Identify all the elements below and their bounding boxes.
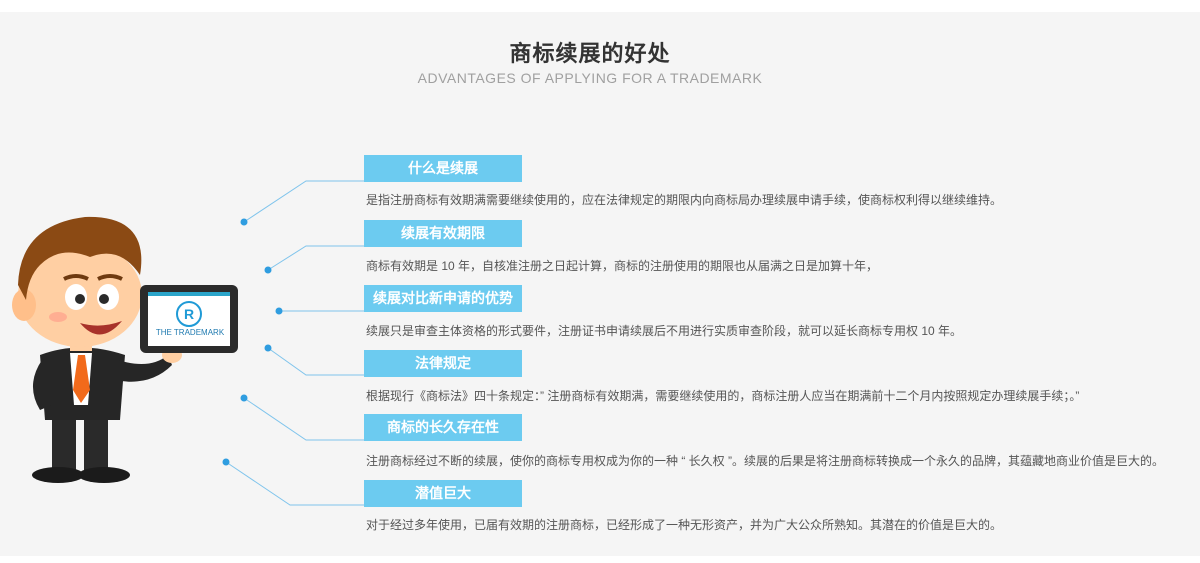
connector-dot-4 [264, 344, 272, 352]
tag-what-is-renewal: 什么是续展 [364, 155, 522, 182]
desc-validity-period: 商标有效期是 10 年，自核准注册之日起计算，商标的注册使用的期限也从届满之日是… [366, 259, 879, 273]
registered-mark-icon: R [176, 301, 202, 327]
tag-renewal-advantage: 续展对比新申请的优势 [364, 285, 522, 312]
desc-what-is-renewal: 是指注册商标有效期满需要继续使用的，应在法律规定的期限内向商标局办理续展申请手续… [366, 193, 1003, 207]
desc-potential-value: 对于经过多年使用，已届有效期的注册商标，已经形成了一种无形资产，并为广大公众所熟… [366, 518, 1003, 532]
desc-renewal-advantage: 续展只是审查主体资格的形式要件，注册证书申请续展后不用进行实质审查阶段，就可以延… [366, 324, 963, 338]
connector-5 [243, 397, 364, 441]
businessman-illustration [12, 216, 238, 483]
desc-longevity: 注册商标经过不断的续展，使你的商标专用权成为你的一种 “ 长久权 ”。续展的后果… [366, 454, 1165, 468]
tag-longevity: 商标的长久存在性 [364, 414, 522, 441]
tag-potential-value: 潜值巨大 [364, 480, 522, 507]
tag-validity-period: 续展有效期限 [364, 220, 522, 247]
tag-legal-provision: 法律规定 [364, 350, 522, 377]
connector-dot-2 [264, 266, 272, 274]
tablet-logo-text: THE TRADEMARK [155, 328, 225, 337]
connector-4 [267, 347, 364, 376]
connector-dot-3 [275, 307, 283, 315]
connector-2 [267, 245, 364, 271]
connector-1 [243, 180, 364, 223]
desc-legal-provision: 根据现行《商标法》四十条规定：” 注册商标有效期满，需要继续使用的，商标注册人应… [366, 389, 1080, 403]
